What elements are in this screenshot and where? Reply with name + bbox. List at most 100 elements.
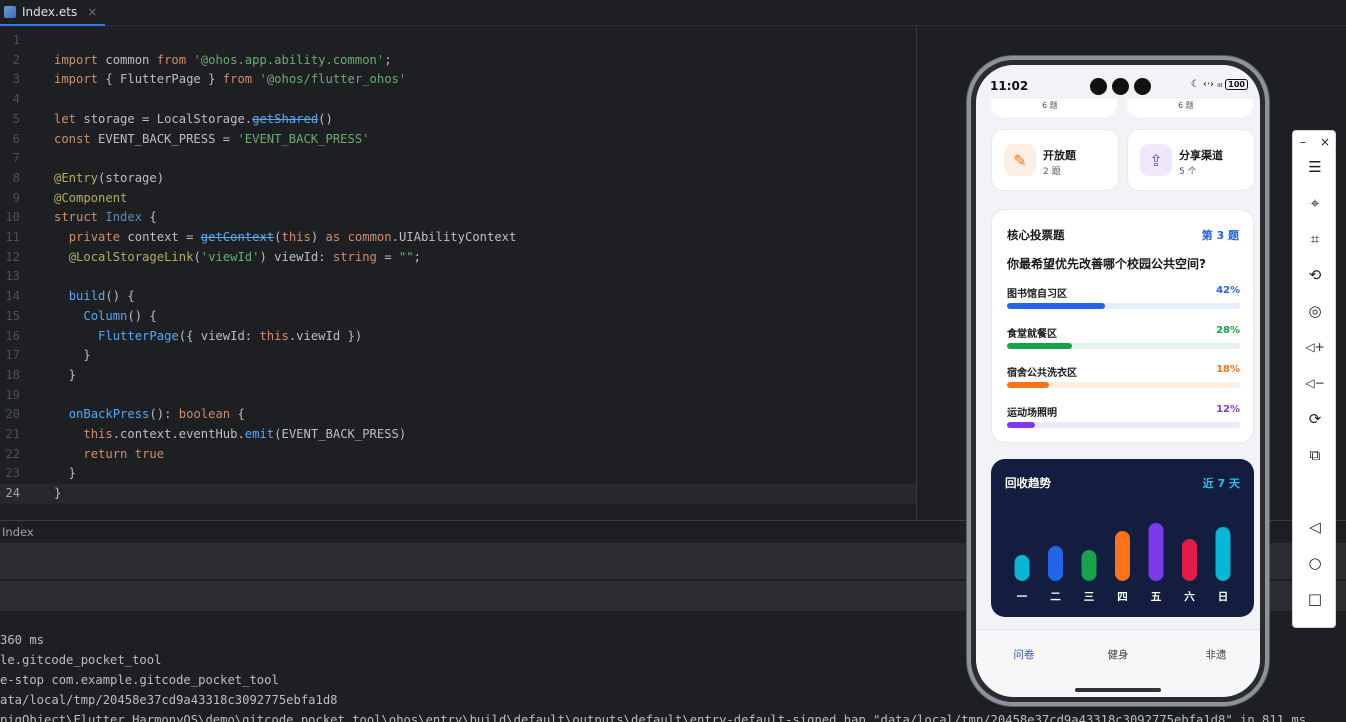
vote-option[interactable]: 食堂就餐区 28% [1007, 325, 1240, 355]
card-count: 2 题 [1043, 167, 1061, 177]
code-text[interactable]: build() { [54, 287, 135, 307]
phone-screen[interactable]: 11:02 ☾ ‹·› ᵢₗₗ 100 6 题 6 题 ✎ 开放题 2 题 ⇪ … [976, 65, 1260, 697]
code-line[interactable]: 20 onBackPress(): boolean { [0, 405, 916, 425]
line-number: 13 [5, 269, 20, 284]
code-text[interactable]: @Entry(storage) [54, 169, 164, 189]
nav-item-survey[interactable]: 问卷 [994, 647, 1054, 662]
code-line[interactable]: 14 build() { [0, 287, 916, 307]
code-editor[interactable]: 1 2 import common from '@ohos.app.ability.… [0, 26, 917, 520]
vote-option[interactable]: 宿舍公共洗衣区 18% [1007, 364, 1240, 394]
code-line[interactable]: 12 @LocalStorageLink('viewId') viewId: s… [0, 248, 916, 268]
trend-day-label: 一 [1017, 591, 1028, 603]
vote-progress-fill [1007, 342, 1073, 349]
code-text[interactable]: @LocalStorageLink('viewId') viewId: stri… [54, 248, 421, 268]
screenshot-icon[interactable]: ◎ [1293, 299, 1337, 323]
nav-item-heritage[interactable]: 非遗 [1186, 647, 1246, 662]
menu-icon[interactable]: ☰ [1293, 155, 1337, 179]
code-text[interactable]: onBackPress(): boolean { [54, 405, 245, 425]
code-line[interactable]: 3 import { FlutterPage } from '@ohos/flut… [0, 70, 916, 90]
nav-item-fitness[interactable]: 健身 [1088, 647, 1148, 662]
code-text[interactable]: private context = getContext(this) as co… [54, 228, 517, 248]
code-text[interactable]: import common from '@ohos.app.ability.co… [54, 51, 392, 71]
code-line[interactable]: 5 let storage = LocalStorage.getShared() [0, 110, 916, 130]
tab-index-ets[interactable]: Index.ets × [0, 0, 106, 26]
code-text[interactable]: } [54, 366, 76, 386]
crop-icon[interactable]: ⌗ [1293, 227, 1337, 251]
pin-off-icon[interactable]: ⌖ [1293, 191, 1337, 215]
close-icon[interactable]: × [87, 5, 97, 19]
code-line[interactable]: 21 this.context.eventHub.emit(EVENT_BACK… [0, 425, 916, 445]
line-number: 18 [5, 367, 20, 382]
phone-emulator: 11:02 ☾ ‹·› ᵢₗₗ 100 6 题 6 题 ✎ 开放题 2 题 ⇪ … [967, 56, 1269, 706]
vote-progress-track [1007, 382, 1240, 388]
code-line[interactable]: 10 struct Index { [0, 208, 916, 228]
phone-bezel: 11:02 ☾ ‹·› ᵢₗₗ 100 6 题 6 题 ✎ 开放题 2 题 ⇪ … [971, 60, 1265, 702]
line-number: 11 [5, 230, 20, 244]
back-icon[interactable]: ◁ [1293, 515, 1337, 539]
vote-option[interactable]: 运动场照明 12% [1007, 404, 1240, 434]
code-line[interactable]: 7 [0, 149, 916, 169]
stat-card-sub: 6 题 [1042, 101, 1058, 110]
code-line[interactable]: 18 } [0, 366, 916, 386]
code-line[interactable]: 24} [0, 484, 916, 504]
close-icon[interactable]: × [1320, 135, 1330, 149]
code-text[interactable]: } [54, 484, 61, 504]
code-text[interactable]: } [54, 346, 90, 366]
code-text[interactable]: return true [54, 445, 164, 465]
minimize-icon[interactable]: – [1300, 135, 1306, 149]
home-indicator[interactable] [1075, 688, 1161, 692]
code-line[interactable]: 1 [0, 31, 916, 51]
open-question-card[interactable]: ✎ 开放题 2 题 [991, 129, 1119, 191]
code-line[interactable]: 17 } [0, 346, 916, 366]
code-line[interactable]: 19 [0, 386, 916, 406]
stat-card[interactable]: 6 题 [1127, 99, 1253, 117]
log-line: ata/local/tmp/20458e37cd9a43318c3092775e… [0, 693, 338, 707]
editor-tab-bar: Index.ets × [0, 0, 1346, 26]
vote-option-label: 食堂就餐区 [1007, 328, 1057, 340]
core-vote-card[interactable]: 核心投票题 第 3 题 你最希望优先改善哪个校园公共空间? 图书馆自习区 42% 食… [991, 209, 1254, 443]
code-text[interactable]: let storage = LocalStorage.getShared() [54, 110, 333, 130]
code-line[interactable]: 9 @Component [0, 189, 916, 209]
code-line[interactable]: 6 const EVENT_BACK_PRESS = 'EVENT_BACK_PR… [0, 130, 916, 150]
volume-down-icon[interactable]: ◁− [1293, 371, 1337, 395]
recents-icon[interactable]: □ [1293, 587, 1337, 611]
trend-bar [1014, 555, 1030, 581]
stat-card-sub: 6 题 [1178, 101, 1194, 110]
home-icon[interactable]: ○ [1293, 551, 1337, 575]
code-text[interactable]: struct Index { [54, 208, 157, 228]
code-text[interactable]: Column() { [54, 307, 156, 327]
card-count: 5 个 [1179, 167, 1197, 177]
rotate-icon[interactable]: ⟲ [1293, 263, 1337, 287]
trend-day-label: 六 [1184, 590, 1195, 603]
battery-icon: 100 [1225, 79, 1248, 90]
code-line[interactable]: 22 return true [0, 445, 916, 465]
code-text[interactable]: @Component [54, 189, 127, 209]
code-line[interactable]: 15 Column() { [0, 307, 916, 327]
code-line[interactable]: 23 } [0, 464, 916, 484]
vote-option[interactable]: 图书馆自习区 42% [1007, 285, 1240, 315]
shake-icon[interactable]: ⟳ [1293, 407, 1337, 431]
code-line[interactable]: 13 [0, 267, 916, 287]
code-line[interactable]: 8 @Entry(storage) [0, 169, 916, 189]
vote-option-percent: 18% [1216, 364, 1240, 375]
code-line[interactable]: 11 private context = getContext(this) as… [0, 228, 916, 248]
code-line[interactable]: 4 [0, 90, 916, 110]
code-text[interactable]: } [54, 464, 76, 484]
share-channel-card[interactable]: ⇪ 分享渠道 5 个 [1127, 129, 1255, 191]
trend-range[interactable]: 近 7 天 [1203, 475, 1240, 491]
code-line[interactable]: 16 FlutterPage({ viewId: this.viewId }) [0, 327, 916, 347]
trend-bar [1182, 539, 1197, 581]
trend-card: 一 二 三 四 五 六 日 回收趋势 近 7 天 [991, 459, 1254, 617]
line-number: 22 [5, 446, 20, 461]
vote-option-label: 图书馆自习区 [1007, 289, 1067, 300]
code-text[interactable]: const EVENT_BACK_PRESS = 'EVENT_BACK_PRE… [54, 130, 370, 150]
code-text[interactable]: FlutterPage({ viewId: this.viewId }) [54, 327, 362, 347]
volume-up-icon[interactable]: ◁+ [1293, 335, 1337, 359]
multi-device-icon[interactable]: ⧉ [1293, 443, 1337, 467]
code-text[interactable]: this.context.eventHub.emit(EVENT_BACK_PR… [54, 425, 406, 445]
code-line[interactable]: 2 import common from '@ohos.app.ability.c… [0, 51, 916, 71]
log-line: 360 ms [0, 633, 45, 647]
code-text[interactable]: import { FlutterPage } from '@ohos/flutt… [54, 70, 406, 90]
line-number: 10 [5, 210, 20, 225]
stat-card[interactable]: 6 题 [991, 99, 1117, 117]
